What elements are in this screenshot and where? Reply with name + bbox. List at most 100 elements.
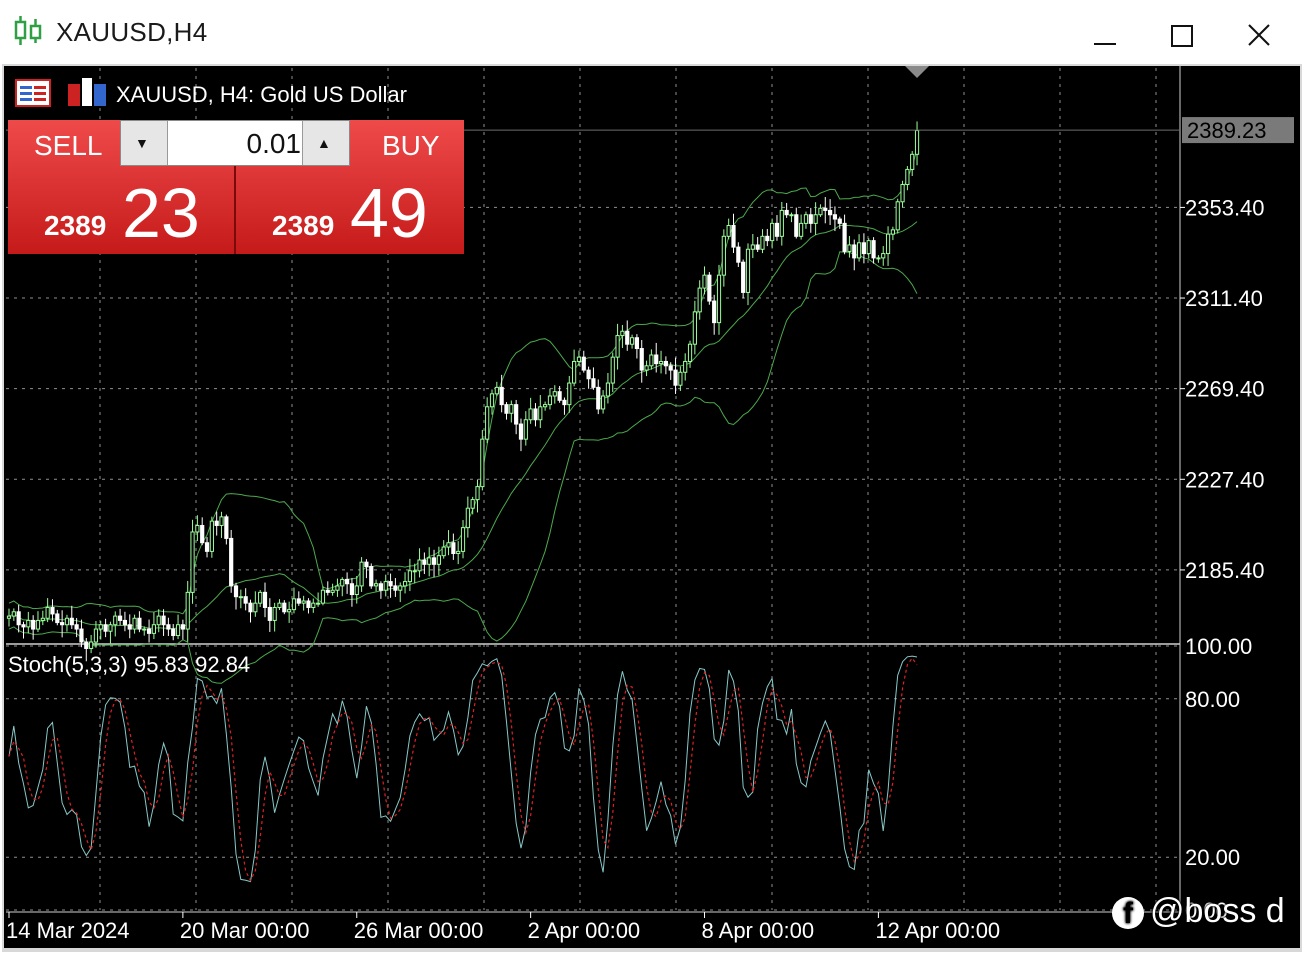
- candle-body: [296, 598, 301, 604]
- candle-body: [398, 585, 403, 591]
- candle-body: [673, 369, 678, 386]
- candle-body: [60, 622, 65, 626]
- candle-body: [422, 559, 427, 565]
- candle-body: [470, 499, 475, 509]
- candle-body: [489, 393, 495, 408]
- candle-body: [219, 516, 224, 526]
- facebook-icon: f: [1112, 897, 1144, 930]
- candle-body: [190, 531, 195, 593]
- candle-body: [509, 404, 514, 414]
- candle-body: [770, 222, 775, 242]
- volume-decrease-button[interactable]: ▼: [121, 121, 168, 165]
- candle-body: [586, 369, 591, 380]
- candle-body: [538, 406, 543, 421]
- candle-body: [716, 274, 722, 324]
- candle-body: [876, 257, 881, 260]
- sell-label: SELL: [34, 130, 103, 161]
- candle-body: [407, 570, 412, 583]
- candle-body: [451, 542, 456, 555]
- candle-body: [625, 330, 630, 345]
- candle-body: [146, 628, 152, 634]
- candle-body: [799, 222, 804, 237]
- time-axis-label: 20 Mar 00:00: [180, 918, 310, 943]
- time-axis-label: 12 Apr 00:00: [875, 918, 1000, 943]
- candle-body: [605, 382, 611, 397]
- close-button[interactable]: [1237, 14, 1281, 54]
- candle-body: [253, 602, 258, 613]
- stoch-axis-label: 100.00: [1185, 634, 1252, 659]
- candle-body: [243, 596, 248, 604]
- candle-body: [654, 354, 659, 365]
- candle-body: [852, 244, 857, 259]
- candle-body: [533, 408, 538, 421]
- candle-body: [528, 408, 533, 421]
- price-axis-label: 2269.40: [1185, 377, 1265, 402]
- candle-body: [543, 404, 548, 408]
- candle-body: [620, 330, 625, 337]
- candle-body: [596, 386, 601, 410]
- candle-body: [373, 583, 379, 587]
- window-title: XAUUSD,H4: [56, 17, 208, 47]
- candle-body: [572, 360, 577, 384]
- candle-body: [731, 225, 736, 248]
- candle-body: [494, 386, 499, 395]
- volume-increase-button[interactable]: ▲: [302, 121, 349, 165]
- price-axis-label: 2311.40: [1185, 286, 1263, 311]
- volume-input[interactable]: [169, 127, 303, 161]
- candle-body: [171, 628, 176, 637]
- candle-body: [50, 606, 55, 615]
- buy-price-big: 49: [350, 174, 428, 252]
- candle-body: [765, 235, 770, 242]
- candle-body: [639, 348, 644, 371]
- candle-body: [813, 214, 818, 224]
- candle-body: [74, 624, 79, 630]
- candle-body: [272, 606, 277, 621]
- candle-body: [113, 615, 118, 626]
- candle-body: [161, 615, 166, 626]
- candle-body: [388, 581, 393, 587]
- candle-body: [282, 602, 287, 613]
- candle-body: [736, 246, 741, 263]
- candle-body: [359, 561, 364, 587]
- candle-body: [383, 581, 388, 591]
- candle-body: [345, 578, 350, 585]
- candle-body: [885, 233, 891, 255]
- candle-body: [229, 537, 234, 587]
- candle-body: [64, 617, 70, 626]
- candle-body: [35, 619, 41, 630]
- candle-body: [248, 602, 253, 613]
- candle-body: [175, 624, 181, 637]
- candle-body: [514, 404, 519, 425]
- candle-body: [224, 516, 229, 539]
- close-icon: [1248, 24, 1270, 46]
- candle-body: [98, 624, 103, 630]
- watermark: f @boss d: [1112, 892, 1285, 931]
- candle-body: [301, 600, 306, 604]
- candle-body: [79, 628, 84, 643]
- stochastic-label: Stoch(5,3,3) 95.83 92.84: [8, 652, 250, 677]
- buy-price-prefix: 2389: [272, 210, 335, 241]
- candle-body: [663, 360, 668, 367]
- candle-body: [745, 248, 751, 293]
- maximize-button[interactable]: [1160, 14, 1204, 54]
- candle-body: [794, 214, 799, 237]
- candle-body: [760, 235, 765, 250]
- candle-body: [615, 335, 620, 358]
- candle-body: [600, 395, 606, 410]
- candle-body: [40, 617, 45, 621]
- one-click-trading-icon: [15, 79, 51, 107]
- candle-body: [185, 591, 190, 630]
- candle-body: [581, 356, 586, 371]
- sell-price-prefix: 2389: [44, 210, 107, 241]
- candle-body: [861, 242, 867, 255]
- candle-body: [460, 527, 466, 552]
- candle-body: [832, 214, 838, 220]
- candle-body: [258, 591, 263, 604]
- minimize-button[interactable]: [1082, 14, 1126, 54]
- candle-body: [369, 565, 374, 587]
- stoch-axis-label: 20.00: [1185, 845, 1240, 870]
- candle-body: [837, 218, 842, 224]
- current-price-label: 2389.23: [1187, 118, 1267, 143]
- candle-body: [262, 591, 268, 608]
- candle-body: [634, 337, 639, 350]
